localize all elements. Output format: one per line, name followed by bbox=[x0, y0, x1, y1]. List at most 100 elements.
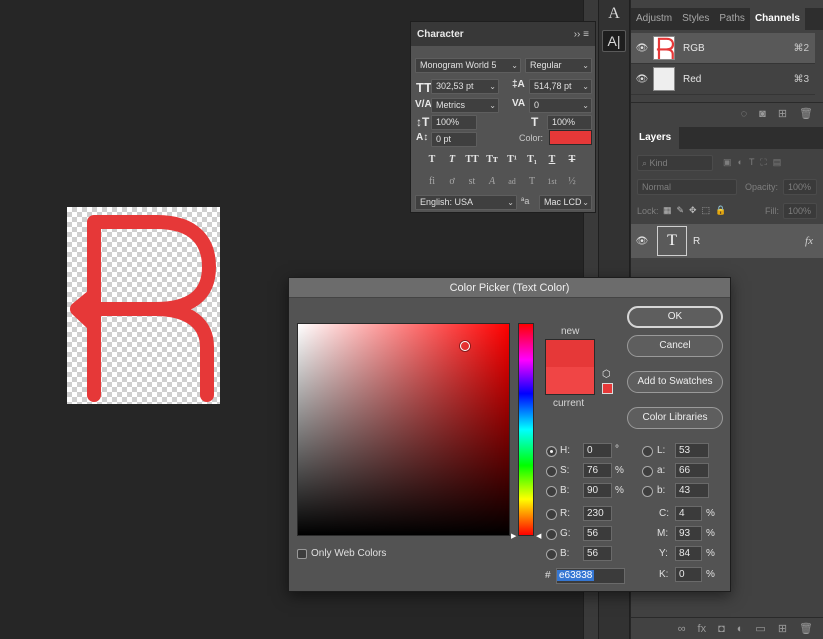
fill-field[interactable]: 100% bbox=[783, 203, 817, 219]
visibility-eye-icon[interactable]: 👁 bbox=[631, 43, 653, 54]
ordinals-button[interactable]: 1st bbox=[545, 175, 559, 189]
horizontal-scale-field[interactable]: 100% bbox=[547, 115, 592, 130]
anti-alias-select[interactable]: Mac LCD ⌄ bbox=[539, 195, 592, 210]
subscript-button[interactable]: T₁ bbox=[525, 153, 539, 167]
paragraph-panel-icon[interactable]: A| bbox=[602, 30, 626, 52]
lab-l-radio[interactable] bbox=[642, 446, 653, 457]
layer-filter-icons[interactable]: ▣◐T⛶▤ bbox=[723, 157, 787, 168]
small-caps-button[interactable]: Tт bbox=[485, 153, 499, 167]
brightness-field[interactable]: 90 bbox=[583, 483, 612, 498]
visibility-eye-icon[interactable]: 👁 bbox=[631, 236, 653, 247]
add-to-swatches-button[interactable]: Add to Swatches bbox=[627, 371, 723, 393]
faux-italic-button[interactable]: T bbox=[445, 153, 459, 167]
blue-radio[interactable] bbox=[546, 549, 557, 560]
magenta-field[interactable]: 93 bbox=[675, 526, 702, 541]
canvas-document[interactable] bbox=[67, 207, 220, 404]
hue-slider[interactable] bbox=[518, 323, 534, 536]
language-select[interactable]: English: USA ⌄ bbox=[415, 195, 517, 210]
current-color-swatch[interactable] bbox=[545, 367, 595, 395]
vertical-scale-field[interactable]: 100% bbox=[431, 115, 477, 130]
color-cursor[interactable] bbox=[460, 341, 470, 351]
green-radio[interactable] bbox=[546, 529, 557, 540]
old-style-button[interactable]: ơ bbox=[445, 175, 459, 189]
strikethrough-button[interactable]: T bbox=[565, 153, 579, 167]
layer-row-r[interactable]: 👁 T R fx bbox=[631, 224, 823, 258]
tab-styles[interactable]: Styles bbox=[677, 8, 714, 30]
hue-field[interactable]: 0 bbox=[583, 443, 612, 458]
blue-field[interactable]: 56 bbox=[583, 546, 612, 561]
color-libraries-button[interactable]: Color Libraries bbox=[627, 407, 723, 429]
baseline-shift-field[interactable]: 0 pt bbox=[431, 132, 477, 147]
hue-slider-right-arrow[interactable]: ◀ bbox=[536, 532, 541, 540]
all-caps-button[interactable]: TT bbox=[465, 153, 479, 167]
kerning-select[interactable]: Metrics ⌄ bbox=[431, 98, 499, 113]
brightness-radio[interactable] bbox=[546, 486, 557, 497]
hex-field[interactable]: e63838 bbox=[556, 568, 625, 584]
red-field[interactable]: 230 bbox=[583, 506, 612, 521]
mask-icon[interactable]: ◘ bbox=[718, 623, 725, 635]
tab-adjustments[interactable]: Adjustm bbox=[631, 8, 677, 30]
lab-b-field[interactable]: 43 bbox=[675, 483, 709, 498]
dialog-title[interactable]: Color Picker (Text Color) bbox=[289, 278, 730, 298]
yellow-field[interactable]: 84 bbox=[675, 546, 702, 561]
saturation-brightness-field[interactable] bbox=[297, 323, 510, 536]
fx-icon[interactable]: fx bbox=[805, 235, 813, 247]
tracking-field[interactable]: 0 ⌄ bbox=[529, 98, 592, 113]
cyan-field[interactable]: 4 bbox=[675, 506, 702, 521]
text-color-swatch[interactable] bbox=[549, 130, 592, 145]
adjustment-icon[interactable]: ◐ bbox=[737, 623, 744, 635]
font-style-select[interactable]: Regular ⌄ bbox=[525, 58, 592, 73]
out-of-gamut-cube-icon[interactable]: ⬡ bbox=[602, 369, 611, 380]
lock-icons[interactable]: ▦✎✥⬚🔒 bbox=[663, 205, 731, 216]
gamut-warning-swatch[interactable] bbox=[602, 383, 613, 394]
tab-channels[interactable]: Channels bbox=[749, 8, 805, 30]
underline-button[interactable]: T bbox=[545, 153, 559, 167]
trash-icon[interactable]: 🗑 bbox=[799, 107, 813, 120]
fractions-button[interactable]: ½ bbox=[565, 175, 579, 189]
character-panel-header[interactable]: Character ›› ≡ bbox=[411, 22, 595, 46]
ligatures-button[interactable]: fi bbox=[425, 175, 439, 189]
green-field[interactable]: 56 bbox=[583, 526, 612, 541]
discretionary-ligatures-button[interactable]: st bbox=[465, 175, 479, 189]
lab-a-radio[interactable] bbox=[642, 466, 653, 477]
faux-bold-button[interactable]: T bbox=[425, 153, 439, 167]
tab-paths[interactable]: Paths bbox=[714, 8, 750, 30]
save-selection-icon[interactable]: ◙ bbox=[759, 108, 766, 120]
new-channel-icon[interactable]: ⊞ bbox=[778, 107, 787, 120]
font-family-select[interactable]: Monogram World 5 ⌄ bbox=[415, 58, 521, 73]
superscript-button[interactable]: T¹ bbox=[505, 153, 519, 167]
blend-mode-select[interactable]: Normal bbox=[637, 179, 737, 195]
trash-icon[interactable]: 🗑 bbox=[799, 622, 813, 635]
leading-field[interactable]: 514,78 pt ⌄ bbox=[529, 79, 592, 94]
lab-b-radio[interactable] bbox=[642, 486, 653, 497]
ok-button[interactable]: OK bbox=[627, 306, 723, 328]
titling-alternates-button[interactable]: T bbox=[525, 175, 539, 189]
hue-slider-left-arrow[interactable]: ▶ bbox=[511, 532, 516, 540]
character-panel-icon[interactable]: A bbox=[602, 3, 626, 25]
fx-footer-icon[interactable]: fx bbox=[698, 623, 707, 635]
saturation-field[interactable]: 76 bbox=[583, 463, 612, 478]
lab-l-field[interactable]: 53 bbox=[675, 443, 709, 458]
cancel-button[interactable]: Cancel bbox=[627, 335, 723, 357]
layer-name[interactable]: R bbox=[693, 236, 805, 247]
tab-layers[interactable]: Layers bbox=[631, 127, 680, 149]
opacity-field[interactable]: 100% bbox=[783, 179, 817, 195]
load-selection-icon[interactable]: ◌ bbox=[741, 108, 748, 120]
hue-radio[interactable] bbox=[546, 446, 557, 457]
group-icon[interactable]: ▭ bbox=[755, 622, 765, 635]
stylistic-alternates-button[interactable]: ad bbox=[505, 175, 519, 189]
channel-row-red[interactable]: 👁 Red ⌘3 bbox=[631, 64, 815, 95]
lab-a-field[interactable]: 66 bbox=[675, 463, 709, 478]
font-size-field[interactable]: 302,53 pt ⌄ bbox=[431, 79, 499, 94]
black-field[interactable]: 0 bbox=[675, 567, 702, 582]
channel-row-rgb[interactable]: 👁 RGB ⌘2 bbox=[631, 33, 815, 64]
swash-button[interactable]: A bbox=[485, 175, 499, 189]
new-layer-icon[interactable]: ⊞ bbox=[778, 622, 787, 635]
visibility-eye-icon[interactable]: 👁 bbox=[631, 74, 653, 85]
only-web-colors-checkbox[interactable] bbox=[297, 549, 307, 559]
panel-menu-icon[interactable]: ›› ≡ bbox=[574, 29, 589, 40]
red-radio[interactable] bbox=[546, 509, 557, 520]
link-icon[interactable]: ∞ bbox=[678, 623, 686, 635]
layer-filter-input[interactable]: ⌕ Kind bbox=[637, 155, 713, 171]
saturation-radio[interactable] bbox=[546, 466, 557, 477]
